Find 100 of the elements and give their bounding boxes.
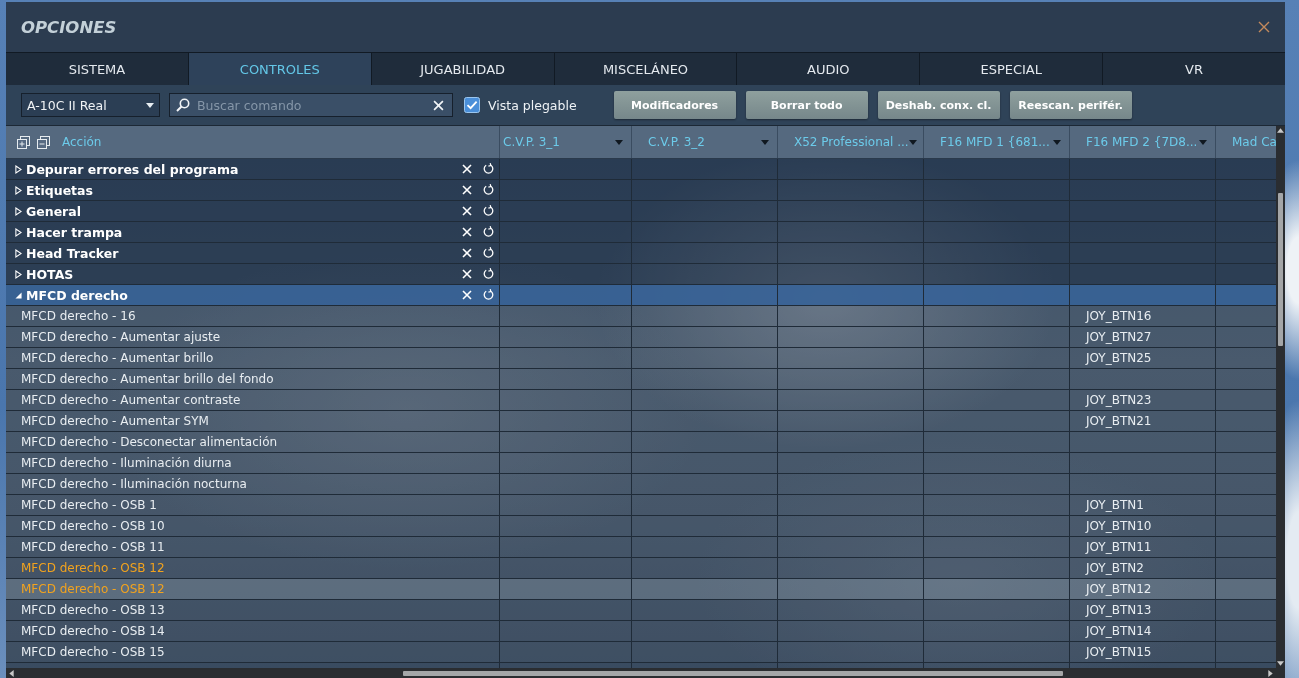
cross-icon[interactable] [462,185,472,195]
action-row[interactable]: MFCD derecho - OSB 11 JOY_BTN11 [6,537,1276,558]
cross-icon[interactable] [462,206,472,216]
triangle-icon[interactable] [15,248,22,258]
key-binding: JOY_BTN21 [1086,414,1152,428]
triangle-icon[interactable] [15,206,22,216]
action-row[interactable]: MFCD derecho - Aumentar ajuste JOY_BTN27 [6,327,1276,348]
toolbar-button[interactable]: Borrar todo [745,91,868,119]
group-label: General [26,203,81,219]
tab[interactable]: CONTROLES [188,53,372,85]
scroll-right-arrow-icon[interactable] [1268,669,1273,677]
stacked-squares-plus-icon[interactable] [17,135,30,149]
scrollbar-thumb[interactable] [1278,193,1283,346]
group-row[interactable]: MFCD derecho [6,285,1276,306]
triangle-icon[interactable] [15,164,22,174]
cross-icon[interactable] [462,269,472,279]
scroll-up-arrow-icon[interactable] [1277,128,1284,133]
toolbar-button[interactable]: Deshab. conx. cl. [877,91,1000,119]
cross-icon[interactable] [462,290,472,300]
key-binding: JOY_BTN23 [1086,393,1152,407]
search-field[interactable]: Buscar comando [169,93,453,117]
group-label: Hacer trampa [26,224,123,240]
key-binding: JOY_BTN15 [1086,645,1152,659]
triangle-icon[interactable] [15,269,22,279]
action-row[interactable]: MFCD derecho - OSB 14 JOY_BTN14 [6,621,1276,642]
circular-arrow-icon[interactable] [482,163,494,175]
action-row[interactable]: MFCD derecho - Iluminación nocturna [6,474,1276,495]
action-label: MFCD derecho - Aumentar brillo del fondo [21,372,274,386]
cross-icon[interactable] [462,248,472,258]
vertical-scrollbar[interactable] [1276,126,1285,668]
stacked-squares-minus-icon[interactable] [37,135,50,149]
scroll-down-arrow-icon[interactable] [1277,661,1284,666]
scroll-left-arrow-icon[interactable] [9,669,14,677]
cross-icon[interactable] [462,227,472,237]
action-row[interactable]: MFCD derecho - Desconectar alimentación [6,432,1276,453]
action-label: MFCD derecho - Desconectar alimentación [21,435,278,449]
action-label: MFCD derecho - Iluminación nocturna [21,477,247,491]
action-label: MFCD derecho - OSB 14 [21,624,165,638]
action-row[interactable]: MFCD derecho - Iluminación diurna [6,453,1276,474]
group-label: MFCD derecho [26,287,128,303]
action-row[interactable]: MFCD derecho - Aumentar brillo JOY_BTN25 [6,348,1276,369]
key-binding: JOY_BTN16 [1086,309,1152,323]
action-label: MFCD derecho - OSB 10 [21,519,165,533]
horizontal-scrollbar[interactable] [6,668,1276,678]
action-label: MFCD derecho - OSB 11 [21,540,165,554]
circular-arrow-icon[interactable] [482,289,494,301]
action-label: MFCD derecho - OSB 12 [21,582,165,596]
action-row[interactable]: MFCD derecho - OSB 15 JOY_BTN15 [6,642,1276,663]
action-label: MFCD derecho - OSB 15 [21,645,165,659]
key-binding: JOY_BTN25 [1086,351,1152,365]
group-label: Depurar errores del programa [26,161,239,177]
action-label: MFCD derecho - OSB 1 [21,498,157,512]
action-row[interactable]: MFCD derecho - OSB 12 JOY_BTN2 [6,558,1276,579]
key-binding: JOY_BTN12 [1086,582,1152,596]
key-binding: JOY_BTN2 [1086,561,1144,575]
group-row[interactable]: HOTAS [6,264,1276,285]
action-row[interactable]: MFCD derecho - OSB 10 JOY_BTN10 [6,516,1276,537]
action-row[interactable]: MFCD derecho - OSB 12 JOY_BTN12 [6,579,1276,600]
action-label: MFCD derecho - Aumentar SYM [21,414,209,428]
circular-arrow-icon[interactable] [482,226,494,238]
action-row[interactable]: MFCD derecho - Aumentar contraste JOY_BTN23 [6,390,1276,411]
key-binding: JOY_BTN13 [1086,603,1152,617]
circular-arrow-icon[interactable] [482,268,494,280]
circular-arrow-icon[interactable] [482,184,494,196]
group-row[interactable]: Hacer trampa [6,222,1276,243]
search-icon [176,98,190,112]
checkbox-label[interactable]: Vista plegable [488,97,577,113]
toolbar-button[interactable]: Reescan. perifér. [1009,91,1132,119]
aircraft-dropdown[interactable]: A-10C II Real [21,93,160,117]
group-row[interactable]: Head Tracker [6,243,1276,264]
cross-icon[interactable] [462,164,472,174]
action-row[interactable]: MFCD derecho - OSB 1 JOY_BTN1 [6,495,1276,516]
key-binding: JOY_BTN10 [1086,519,1152,533]
circular-arrow-icon[interactable] [482,205,494,217]
group-label: HOTAS [26,266,74,282]
key-binding: JOY_BTN14 [1086,624,1152,638]
triangle-icon[interactable] [15,227,22,237]
action-label: MFCD derecho - Aumentar contraste [21,393,241,407]
group-row[interactable]: Etiquetas [6,180,1276,201]
group-row[interactable]: General [6,201,1276,222]
toolbar-button[interactable]: Modificadores [613,91,736,119]
scrollbar-thumb[interactable] [403,670,1063,676]
close-icon[interactable] [1258,21,1270,33]
window-title: OPCIONES [21,17,117,37]
action-label: MFCD derecho - OSB 13 [21,603,165,617]
circular-arrow-icon[interactable] [482,247,494,259]
action-row[interactable]: MFCD derecho - 16 JOY_BTN16 [6,306,1276,327]
group-row[interactable]: Depurar errores del programa [6,159,1276,180]
action-label: MFCD derecho - Aumentar brillo [21,351,214,365]
action-label: MFCD derecho - OSB 12 [21,561,165,575]
checkbox[interactable] [464,97,480,113]
key-binding: JOY_BTN11 [1086,540,1152,554]
action-label: MFCD derecho - 16 [21,309,136,323]
triangle-icon[interactable] [15,185,22,195]
action-row[interactable]: MFCD derecho - Aumentar brillo del fondo [6,369,1276,390]
action-row[interactable]: MFCD derecho - OSB 13 JOY_BTN13 [6,600,1276,621]
triangle-icon[interactable] [15,290,22,300]
action-row[interactable]: MFCD derecho - Aumentar SYM JOY_BTN21 [6,411,1276,432]
key-binding: JOY_BTN1 [1086,498,1144,512]
group-label: Etiquetas [26,182,93,198]
